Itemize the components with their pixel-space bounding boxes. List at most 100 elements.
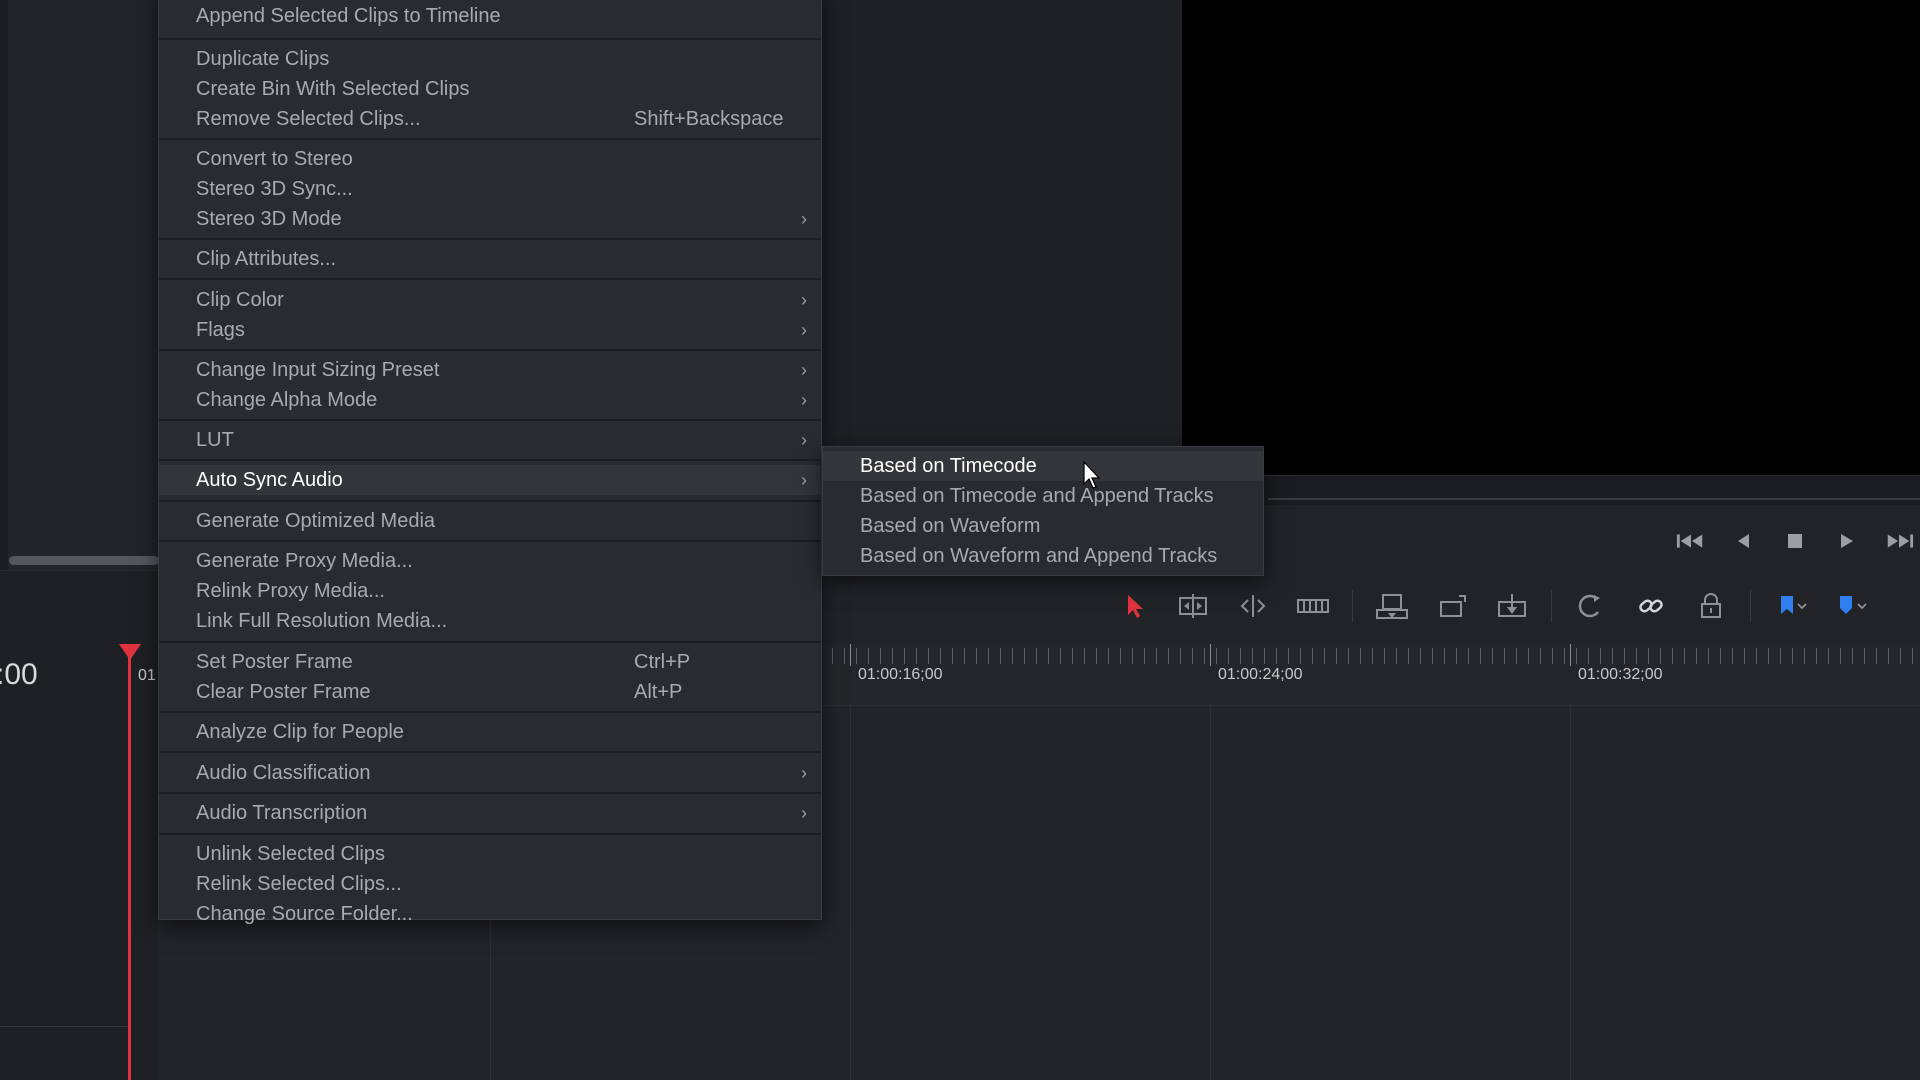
menu-item-change-alpha-mode[interactable]: Change Alpha Mode ›: [159, 385, 821, 415]
menu-item-flags[interactable]: Flags ›: [159, 315, 821, 345]
playhead-ruler-label: 01: [138, 667, 156, 684]
menu-item-label: Clip Attributes...: [196, 247, 337, 270]
playhead-handle[interactable]: [119, 644, 141, 660]
menu-item-label: Link Full Resolution Media...: [196, 609, 448, 632]
chevron-right-icon: ›: [801, 319, 807, 340]
submenu-item-based-on-waveform[interactable]: Based on Waveform: [823, 511, 1263, 541]
menu-separator: [159, 792, 821, 794]
menu-separator: [159, 459, 821, 461]
resolve-window: :00 01:00:16;00 01:00:24;00 01:00:32;00 …: [0, 0, 1920, 1080]
reverse-play-icon[interactable]: [1728, 528, 1758, 554]
selection-mode-icon[interactable]: [1112, 588, 1154, 624]
menu-item-audio-transcription[interactable]: Audio Transcription ›: [159, 798, 821, 828]
menu-item-stereo-3d-sync[interactable]: Stereo 3D Sync...: [159, 174, 821, 204]
menu-item-stereo-3d-mode[interactable]: Stereo 3D Mode ›: [159, 204, 821, 234]
menu-item-create-bin-with-selected-clips[interactable]: Create Bin With Selected Clips: [159, 74, 821, 104]
menu-item-label: Generate Proxy Media...: [196, 549, 413, 572]
menu-separator: [159, 641, 821, 643]
chevron-right-icon: ›: [801, 389, 807, 410]
viewer-scrub-bar[interactable]: [1182, 475, 1920, 505]
position-lock-icon[interactable]: [1690, 588, 1732, 624]
submenu-item-label: Based on Timecode: [860, 454, 1037, 477]
playhead-line[interactable]: [128, 644, 131, 1080]
toolbar-divider: [1750, 590, 1751, 622]
timeline-track-headers: [0, 644, 158, 1080]
ruler-major-tick: [850, 644, 851, 666]
submenu-item-label: Based on Timecode and Append Tracks: [860, 484, 1214, 507]
chevron-right-icon: ›: [801, 208, 807, 229]
menu-item-label: Relink Selected Clips...: [196, 872, 402, 895]
submenu-item-based-on-timecode[interactable]: Based on Timecode: [823, 451, 1263, 481]
menu-item-clear-poster-frame[interactable]: Clear Poster Frame Alt+P: [159, 677, 821, 707]
menu-item-shortcut: Alt+P: [634, 680, 683, 703]
menu-item-convert-to-stereo[interactable]: Convert to Stereo: [159, 144, 821, 174]
viewer-scrubber-track[interactable]: [1268, 498, 1920, 500]
menu-item-append-selected-clips-to-timeline[interactable]: Append Selected Clips to Timeline: [159, 1, 821, 31]
menu-separator: [159, 238, 821, 240]
trim-edit-icon[interactable]: [1172, 588, 1214, 624]
menu-item-change-source-folder[interactable]: Change Source Folder...: [159, 899, 821, 929]
menu-item-label: Duplicate Clips: [196, 47, 330, 70]
ruler-label: 01:00:32;00: [1578, 666, 1663, 683]
menu-item-duplicate-clips[interactable]: Duplicate Clips: [159, 44, 821, 74]
menu-item-generate-proxy-media[interactable]: Generate Proxy Media...: [159, 546, 821, 576]
menu-item-auto-sync-audio[interactable]: Auto Sync Audio ›: [159, 465, 821, 495]
menu-item-label: Clip Color: [196, 288, 284, 311]
menu-item-lut[interactable]: LUT ›: [159, 425, 821, 455]
timeline-gridline: [1210, 706, 1211, 1080]
menu-item-generate-optimized-media[interactable]: Generate Optimized Media: [159, 506, 821, 536]
skip-to-end-icon[interactable]: [1884, 528, 1914, 554]
blade-edit-icon[interactable]: [1292, 588, 1334, 624]
menu-item-label: Remove Selected Clips...: [196, 107, 421, 130]
stop-icon[interactable]: [1780, 528, 1810, 554]
replace-clip-icon[interactable]: [1491, 588, 1533, 624]
dynamic-trim-icon[interactable]: [1232, 588, 1274, 624]
menu-item-relink-selected-clips[interactable]: Relink Selected Clips...: [159, 869, 821, 899]
menu-item-label: Stereo 3D Sync...: [196, 177, 353, 200]
menu-separator: [159, 38, 821, 40]
menu-item-label: Generate Optimized Media: [196, 509, 436, 532]
overwrite-clip-icon[interactable]: [1431, 588, 1473, 624]
toolbar-divider: [1352, 590, 1353, 622]
menu-item-unlink-selected-clips[interactable]: Unlink Selected Clips: [159, 839, 821, 869]
menu-item-label: Audio Classification: [196, 761, 371, 784]
transport-controls: [1676, 526, 1920, 556]
menu-separator: [159, 419, 821, 421]
flag-icon[interactable]: [1769, 588, 1811, 624]
menu-item-label: Create Bin With Selected Clips: [196, 77, 470, 100]
timeline-timecode: :00: [0, 658, 38, 691]
ruler-major-tick: [1570, 644, 1571, 666]
menu-item-label: Change Source Folder...: [196, 902, 413, 925]
ruler-ticks: [820, 648, 1920, 664]
track-divider: [0, 1026, 128, 1027]
snapping-icon[interactable]: [1570, 588, 1612, 624]
timeline-viewer[interactable]: [1182, 0, 1920, 475]
chevron-right-icon: ›: [801, 359, 807, 380]
edit-toolbar: [1112, 586, 1889, 626]
chevron-right-icon: ›: [801, 429, 807, 450]
menu-item-analyze-clip-for-people[interactable]: Analyze Clip for People: [159, 717, 821, 747]
marker-icon[interactable]: [1829, 588, 1871, 624]
auto-sync-audio-submenu: Based on Timecode Based on Timecode and A…: [822, 446, 1264, 576]
play-icon[interactable]: [1832, 528, 1862, 554]
menu-item-label: Stereo 3D Mode: [196, 207, 342, 230]
media-pool-scrollbar[interactable]: [9, 556, 159, 565]
ruler-label: 01:00:16;00: [858, 666, 943, 683]
menu-item-set-poster-frame[interactable]: Set Poster Frame Ctrl+P: [159, 647, 821, 677]
menu-item-change-input-sizing-preset[interactable]: Change Input Sizing Preset ›: [159, 355, 821, 385]
menu-item-clip-color[interactable]: Clip Color ›: [159, 285, 821, 315]
insert-clip-icon[interactable]: [1371, 588, 1413, 624]
skip-to-start-icon[interactable]: [1676, 528, 1706, 554]
submenu-item-label: Based on Waveform: [860, 514, 1041, 537]
submenu-item-based-on-waveform-and-append-tracks[interactable]: Based on Waveform and Append Tracks: [823, 541, 1263, 571]
menu-item-clip-attributes[interactable]: Clip Attributes...: [159, 244, 821, 274]
ruler-major-tick: [1210, 644, 1211, 666]
menu-item-label: Relink Proxy Media...: [196, 579, 385, 602]
menu-item-link-full-resolution-media[interactable]: Link Full Resolution Media...: [159, 606, 821, 636]
menu-item-remove-selected-clips[interactable]: Remove Selected Clips... Shift+Backspace: [159, 104, 821, 134]
menu-item-label: Analyze Clip for People: [196, 720, 404, 743]
menu-item-audio-classification[interactable]: Audio Classification ›: [159, 758, 821, 788]
menu-item-relink-proxy-media[interactable]: Relink Proxy Media...: [159, 576, 821, 606]
linked-selection-icon[interactable]: [1630, 588, 1672, 624]
submenu-item-based-on-timecode-and-append-tracks[interactable]: Based on Timecode and Append Tracks: [823, 481, 1263, 511]
